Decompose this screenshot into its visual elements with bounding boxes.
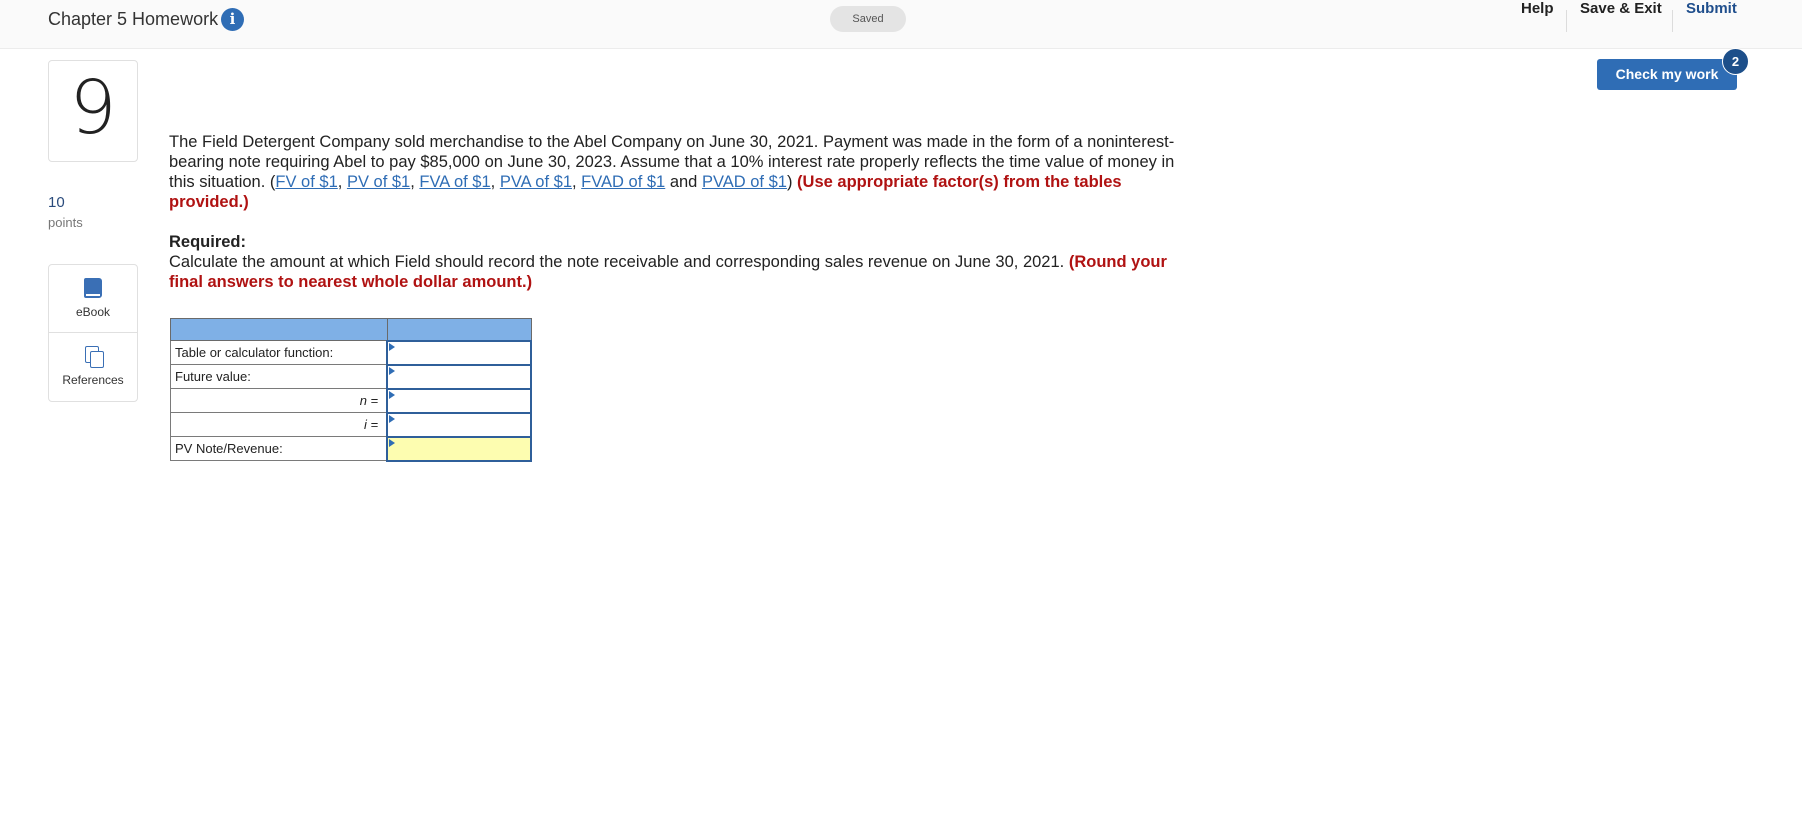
question-text: The Field Detergent Company sold merchan… [169, 132, 1199, 212]
references-label: References [62, 373, 124, 387]
fv-link[interactable]: FV of $1 [275, 173, 337, 191]
row-label: PV Note/Revenue: [170, 436, 388, 461]
row-label: Table or calculator function: [170, 340, 388, 365]
help-link[interactable]: Help [1521, 0, 1554, 17]
answer-table: Table or calculator function: Future val… [170, 318, 532, 462]
separator: , [337, 173, 347, 191]
references-button[interactable]: References [49, 333, 137, 400]
row-label: n = [170, 388, 388, 413]
points-value: 10 [48, 194, 65, 211]
dropdown-marker-icon [389, 390, 396, 399]
table-row: Future value: [170, 363, 532, 390]
required-text: Calculate the amount at which Field shou… [169, 252, 1199, 292]
fva-link[interactable]: FVA of $1 [419, 173, 490, 191]
n-input[interactable] [386, 387, 532, 414]
table-header-cell [386, 318, 532, 341]
save-exit-link[interactable]: Save & Exit [1580, 0, 1662, 17]
documents-icon [85, 346, 105, 368]
divider [1566, 10, 1567, 32]
pvad-link[interactable]: PVAD of $1 [702, 173, 787, 191]
table-row: PV Note/Revenue: [170, 435, 532, 462]
future-value-input[interactable] [386, 363, 532, 390]
fvad-link[interactable]: FVAD of $1 [581, 173, 665, 191]
row-label: Future value: [170, 364, 388, 389]
required-body: Calculate the amount at which Field shou… [169, 253, 1069, 271]
pv-link[interactable]: PV of $1 [347, 173, 410, 191]
tools-panel: eBook References [48, 264, 138, 402]
check-my-work-button[interactable]: Check my work [1597, 59, 1737, 90]
question-number-box: 9 [48, 60, 138, 162]
dropdown-marker-icon [389, 438, 396, 447]
question-number: 9 [69, 65, 117, 151]
table-function-input[interactable] [386, 339, 532, 366]
separator: , [572, 173, 582, 191]
assignment-title: Chapter 5 Homework [48, 9, 219, 29]
table-row: i = [170, 411, 532, 438]
submit-link[interactable]: Submit [1686, 0, 1737, 17]
required-heading: Required: [169, 233, 247, 251]
attempts-badge: 2 [1722, 48, 1749, 75]
separator: ) [786, 173, 798, 191]
dropdown-marker-icon [389, 414, 396, 423]
pv-note-revenue-input[interactable] [386, 435, 532, 462]
table-row: Table or calculator function: [170, 339, 532, 366]
pva-link[interactable]: PVA of $1 [500, 173, 572, 191]
i-input[interactable] [386, 411, 532, 438]
points-label: points [48, 215, 83, 230]
ebook-button[interactable]: eBook [49, 265, 137, 333]
separator: , [490, 173, 500, 191]
dropdown-marker-icon [389, 366, 396, 375]
table-header-row [170, 318, 532, 341]
saved-status: Saved [830, 6, 906, 32]
dropdown-marker-icon [389, 342, 396, 351]
table-row: n = [170, 387, 532, 414]
info-icon[interactable]: i [221, 8, 244, 31]
top-bar: Chapter 5 Homework i Saved Help Save & E… [0, 0, 1802, 49]
divider [1672, 10, 1673, 32]
ebook-label: eBook [75, 305, 111, 319]
book-icon [84, 278, 102, 298]
row-label: i = [170, 412, 388, 437]
table-header-cell [170, 318, 388, 341]
separator: and [665, 173, 702, 191]
